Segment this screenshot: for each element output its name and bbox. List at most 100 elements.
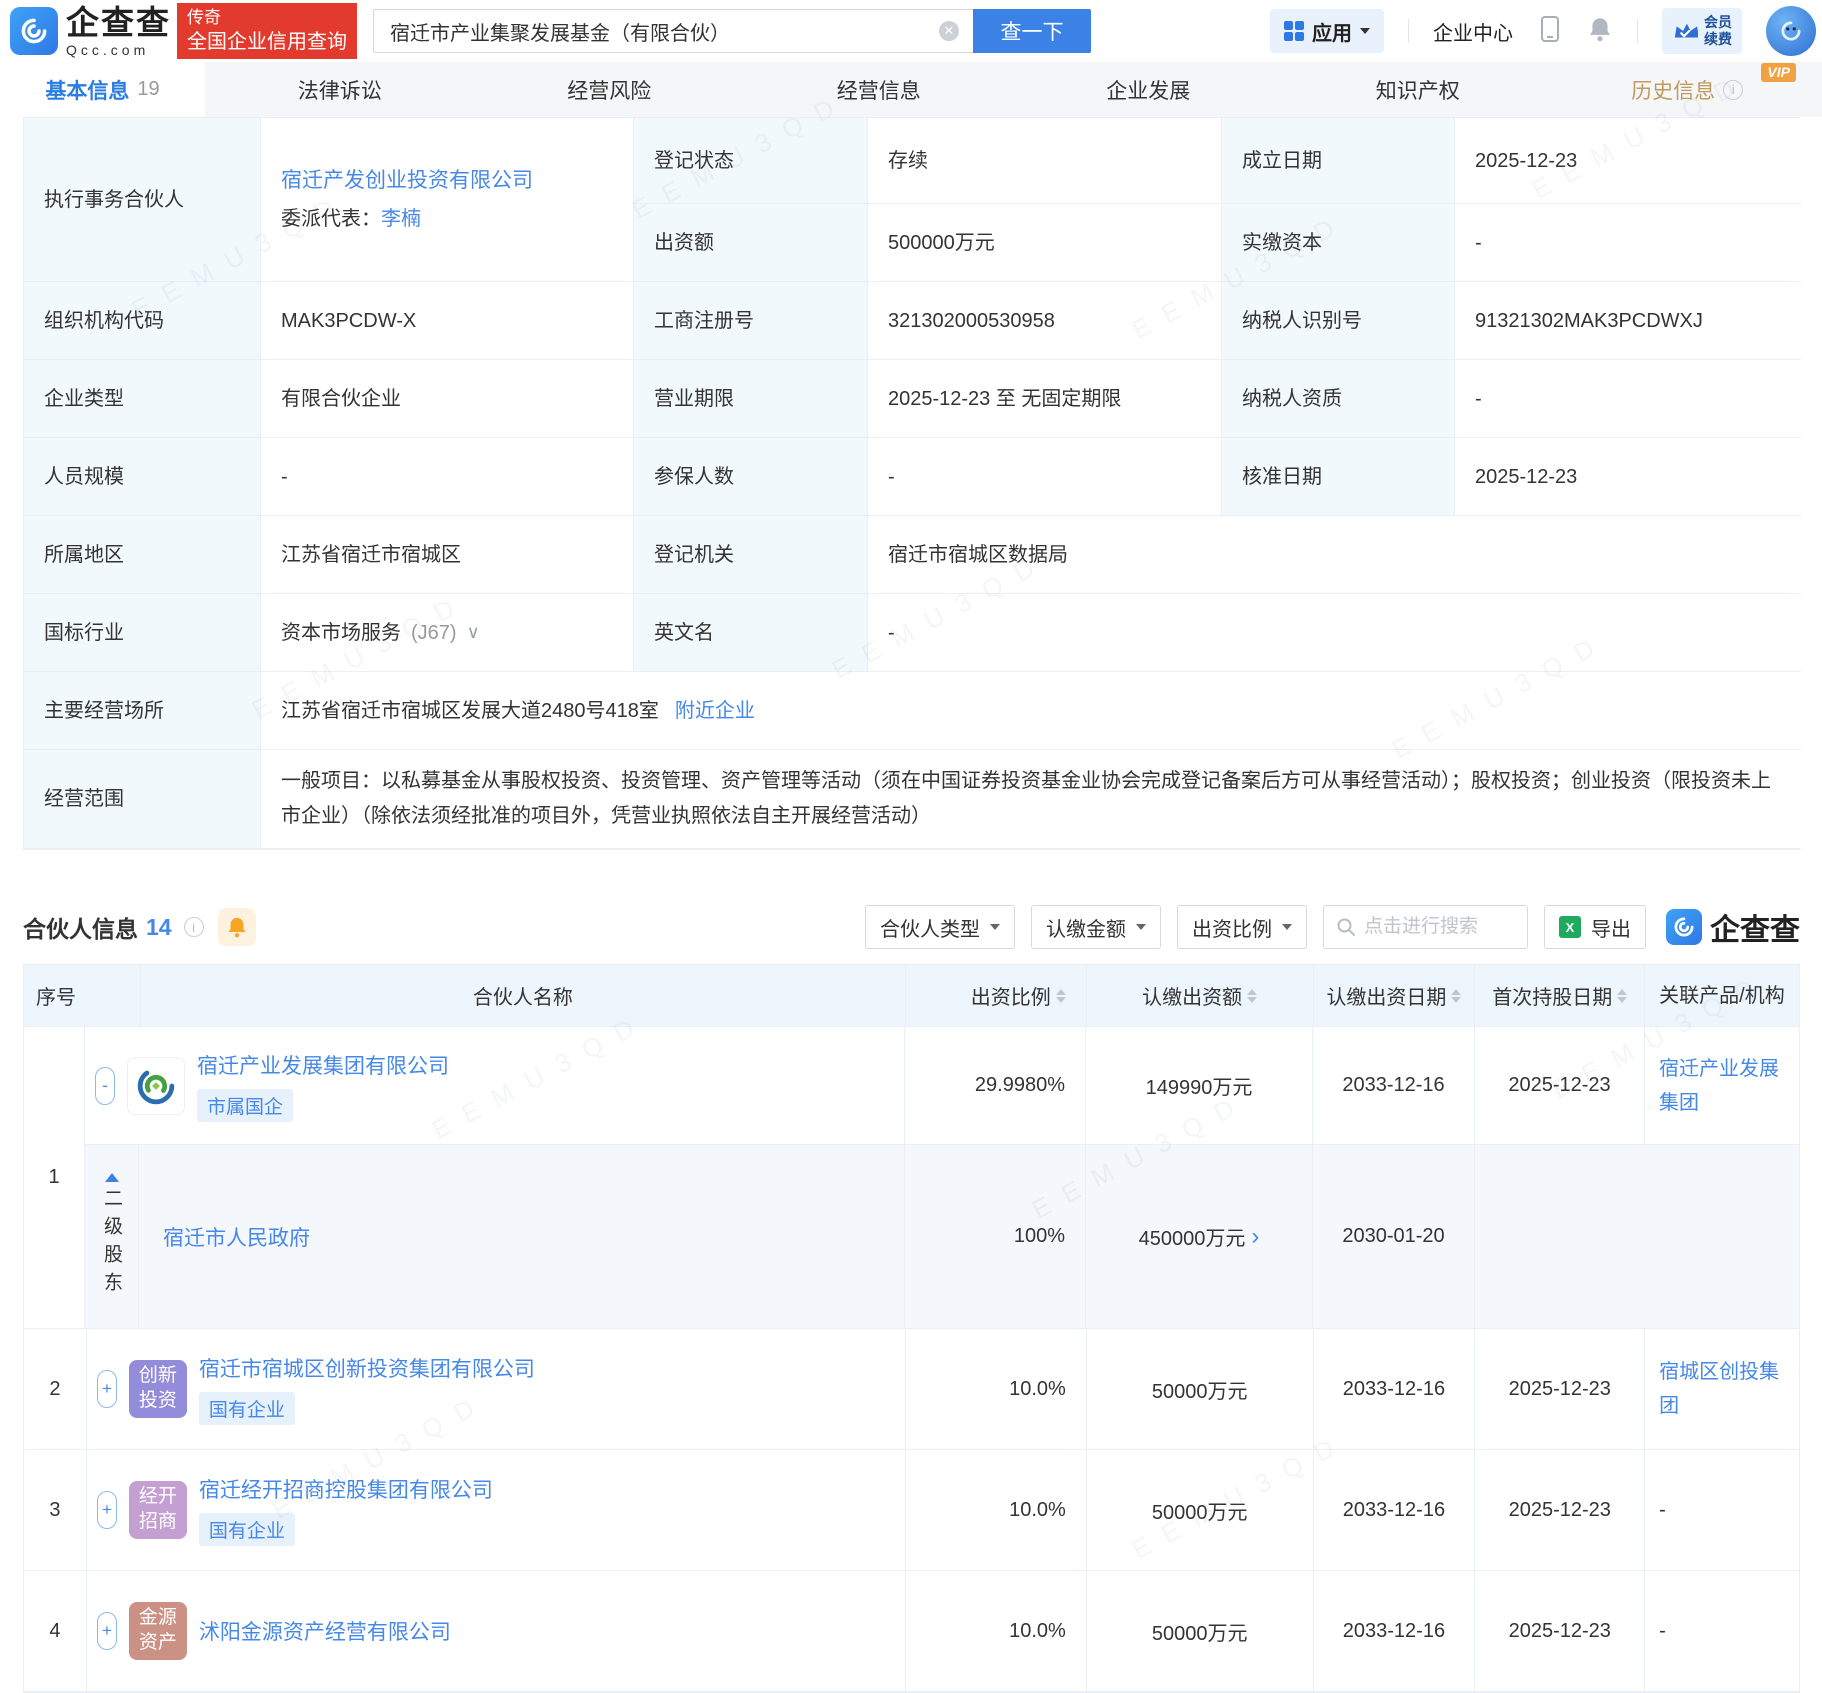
company-tag[interactable]: 国有企业 xyxy=(199,1513,295,1546)
tab-development[interactable]: 企业发展 xyxy=(1014,62,1284,117)
partner-name-cell: + 创新投资 宿迁市宿城区创新投资集团有限公司 国有企业 xyxy=(87,1329,906,1449)
chevron-down-icon xyxy=(1360,28,1370,34)
partner-company-link[interactable]: 宿迁市宿城区创新投资集团有限公司 xyxy=(199,1353,535,1383)
partner-row: - 宿迁产业发展集团有限公司 市属国企 29.9980% 149990万元 20… xyxy=(85,1027,1799,1144)
partner-search-input[interactable] xyxy=(1364,916,1514,938)
field-label: 企业类型 xyxy=(24,360,261,438)
top-bar: 企查查 Qcc.com 传奇 全国企业信用查询 ✕ 查一下 应用 企业中心 xyxy=(0,0,1822,62)
field-value: 有限合伙企业 xyxy=(261,360,634,438)
partner-company-link[interactable]: 宿迁产业发展集团有限公司 xyxy=(197,1050,449,1080)
related-product-link[interactable]: 宿城区创投集团 xyxy=(1659,1355,1785,1423)
collapse-button[interactable]: - xyxy=(95,1067,115,1105)
amount-cell: 50000万元 xyxy=(1087,1329,1314,1449)
row-number: 4 xyxy=(24,1571,87,1691)
field-label: 执行事务合伙人 xyxy=(24,118,261,282)
field-label: 人员规模 xyxy=(24,438,261,516)
filter-subscribed-amount[interactable]: 认缴金额 xyxy=(1031,905,1161,949)
first-hold-date-cell: 2025-12-23 xyxy=(1475,1571,1645,1691)
sub-shareholder-link[interactable]: 宿迁市人民政府 xyxy=(163,1222,310,1252)
enterprise-center-link[interactable]: 企业中心 xyxy=(1433,17,1513,46)
partner-filters: 合伙人类型 认缴金额 出资比例 X 导出 企查查 xyxy=(865,905,1800,949)
sort-icon[interactable] xyxy=(1617,989,1627,1003)
col-header-first-hold-date[interactable]: 首次持股日期 xyxy=(1475,965,1645,1026)
divider xyxy=(1637,19,1638,43)
col-header-name: 合伙人名称 xyxy=(141,965,906,1026)
tab-legal[interactable]: 法律诉讼 xyxy=(205,62,475,117)
related-cell: - xyxy=(1645,1571,1799,1691)
apps-grid-icon xyxy=(1284,21,1304,41)
apps-menu[interactable]: 应用 xyxy=(1270,9,1384,53)
executive-partner-link[interactable]: 宿迁产发创业投资有限公司 xyxy=(281,165,533,197)
level-label: 二级股东 xyxy=(98,1188,125,1300)
tab-operation-info[interactable]: 经营信息 xyxy=(744,62,1014,117)
partner-company-link[interactable]: 宿迁经开招商控股集团有限公司 xyxy=(199,1474,493,1504)
tab-basic-info[interactable]: 基本信息 19 xyxy=(0,62,205,117)
clear-search-icon[interactable]: ✕ xyxy=(939,21,959,41)
divider xyxy=(1408,19,1409,43)
tab-history-info[interactable]: 历史信息 i VIP xyxy=(1553,62,1822,117)
field-value: 91321302MAK3PCDWXJ xyxy=(1455,282,1801,360)
filter-partner-type[interactable]: 合伙人类型 xyxy=(865,905,1015,949)
mobile-icon[interactable] xyxy=(1537,14,1563,49)
tab-operation-risk[interactable]: 经营风险 xyxy=(475,62,745,117)
first-hold-date-cell: 2025-12-23 xyxy=(1475,1329,1645,1449)
field-value: - xyxy=(868,594,1801,672)
collapse-arrow-icon[interactable] xyxy=(105,1173,119,1182)
field-value: 江苏省宿迁市宿城区 xyxy=(261,516,634,594)
tab-intellectual-property[interactable]: 知识产权 xyxy=(1283,62,1553,117)
notification-bell-icon[interactable] xyxy=(1587,15,1613,48)
col-header-ratio[interactable]: 出资比例 xyxy=(906,965,1087,1026)
vip-renew-button[interactable]: 会员 续费 xyxy=(1662,8,1742,54)
sort-icon[interactable] xyxy=(1247,989,1257,1003)
related-cell: 宿迁产业发展集团 xyxy=(1645,1027,1799,1144)
expand-button[interactable]: + xyxy=(97,1370,117,1408)
col-header-subscribe-date[interactable]: 认缴出资日期 xyxy=(1314,965,1476,1026)
field-value: 321302000530958 xyxy=(868,282,1222,360)
partner-company-link[interactable]: 沭阳金源资产经营有限公司 xyxy=(199,1616,451,1646)
field-label: 工商注册号 xyxy=(634,282,868,360)
nearby-companies-link[interactable]: 附近企业 xyxy=(675,696,755,726)
representative-link[interactable]: 李楠 xyxy=(381,208,421,230)
ratio-cell: 100% xyxy=(905,1145,1086,1328)
filter-capital-ratio[interactable]: 出资比例 xyxy=(1177,905,1307,949)
info-icon: i xyxy=(1723,80,1743,100)
partners-section-header: 合伙人信息 14 i 合伙人类型 认缴金额 出资比例 X 导出 xyxy=(23,904,1800,950)
related-cell: 宿城区创投集团 xyxy=(1645,1329,1799,1449)
field-label: 登记机关 xyxy=(634,516,868,594)
col-header-amount[interactable]: 认缴出资额 xyxy=(1087,965,1314,1026)
amount-cell: 149990万元 xyxy=(1086,1027,1313,1144)
export-button[interactable]: X 导出 xyxy=(1544,905,1646,949)
user-avatar[interactable] xyxy=(1766,6,1816,56)
expand-button[interactable]: + xyxy=(97,1491,117,1529)
sort-icon[interactable] xyxy=(1056,989,1066,1003)
sub-shareholder-name-cell: 宿迁市人民政府 xyxy=(139,1145,905,1328)
qcc-logo-icon xyxy=(10,7,58,55)
subscribe-date-cell: 2033-12-16 xyxy=(1313,1027,1475,1144)
crown-icon xyxy=(1672,19,1698,43)
company-avatar: 创新投资 xyxy=(129,1360,187,1418)
business-scope-cell: 一般项目：以私募基金从事股权投资、投资管理、资产管理等活动（须在中国证券投资基金… xyxy=(261,750,1801,849)
row-number: 1 xyxy=(24,1027,85,1328)
qcc-logo-text: 企查查 Qcc.com xyxy=(66,6,171,57)
chevron-right-icon[interactable]: › xyxy=(1251,1225,1259,1249)
qcc-logo[interactable]: 企查查 Qcc.com xyxy=(10,6,171,57)
search-input[interactable] xyxy=(373,9,973,53)
ratio-cell: 10.0% xyxy=(906,1450,1087,1570)
field-label: 经营范围 xyxy=(24,750,261,849)
related-product-link[interactable]: 宿迁产业发展集团 xyxy=(1659,1052,1785,1120)
expand-button[interactable]: + xyxy=(97,1612,117,1650)
field-label: 核准日期 xyxy=(1222,438,1455,516)
second-level-shareholder-row: 二级股东 宿迁市人民政府 100% 450000万元 › 2030-01-20 xyxy=(85,1144,1799,1328)
field-value: - xyxy=(868,438,1222,516)
field-label: 所属地区 xyxy=(24,516,261,594)
expand-industry-icon[interactable]: ∨ xyxy=(467,619,480,646)
search-bar: ✕ 查一下 xyxy=(373,9,1091,53)
company-tag[interactable]: 市属国企 xyxy=(197,1089,293,1122)
field-label: 营业期限 xyxy=(634,360,868,438)
search-button[interactable]: 查一下 xyxy=(973,9,1091,53)
monitor-bell-button[interactable] xyxy=(218,908,256,946)
partner-row: 4 + 金源资产 沭阳金源资产经营有限公司 10.0% 50000万元 2033… xyxy=(24,1571,1799,1692)
partners-table: 序号 合伙人名称 出资比例 认缴出资额 认缴出资日期 首次持股日期 关联产品/机… xyxy=(23,964,1800,1693)
sort-icon[interactable] xyxy=(1451,989,1461,1003)
company-tag[interactable]: 国有企业 xyxy=(199,1392,295,1425)
